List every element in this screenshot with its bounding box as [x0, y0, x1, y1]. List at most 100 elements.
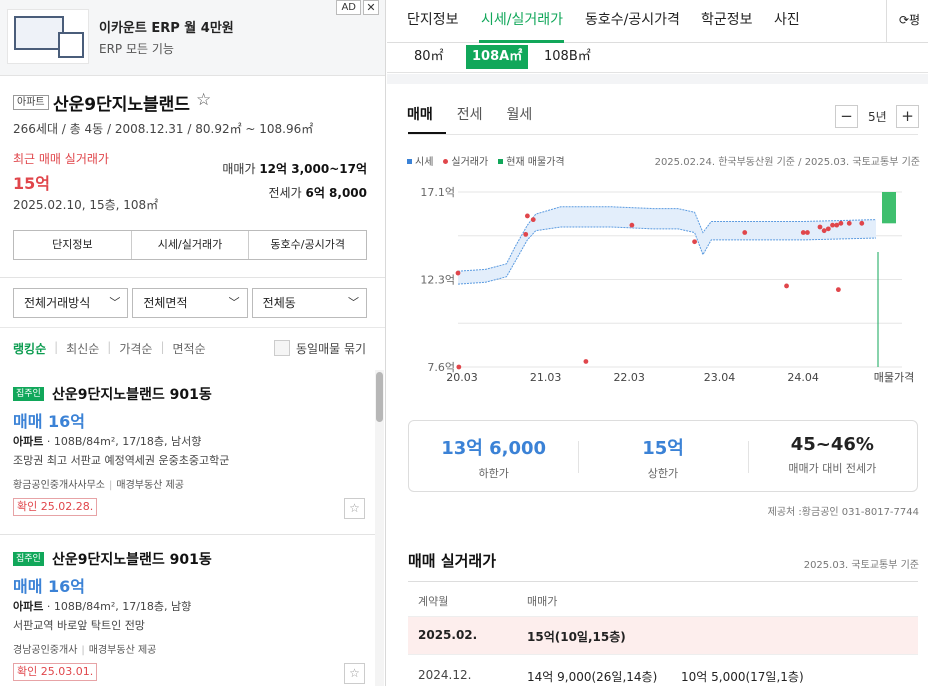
monitor-icon [14, 16, 64, 50]
legend-item: 현재 매물가격 [498, 153, 565, 168]
sort-bar: 랭킹순 | 최신순 | 가격순 | 면적순 [13, 340, 214, 357]
deal-point [805, 230, 810, 235]
tab-price-active[interactable]: 시세/실거래가 [481, 9, 563, 29]
transactions-note: 2025.03. 국토교통부 기준 [803, 560, 919, 571]
deal-point [817, 224, 823, 230]
jeonse-range-label: 전세가 [268, 186, 302, 200]
star-icon[interactable]: ☆ [344, 663, 365, 684]
scrollbar[interactable] [375, 370, 384, 686]
tab-price[interactable]: 시세/실거래가 [130, 231, 249, 259]
same-listing-label[interactable]: 동일매물 묶기 [296, 340, 366, 357]
tab-unit-price[interactable]: 동호수/공시가격 [248, 231, 366, 259]
complex-meta: 266세대 / 총 4동 / 2008.12.31 / 80.92㎡ ~ 108… [13, 122, 314, 136]
section-gap [387, 74, 928, 84]
row-price: 15억(10일,15층) [527, 630, 626, 644]
stat-value: 45~46% [790, 434, 874, 455]
right-panel: 단지정보 시세/실거래가 동호수/공시가격 학군정보 사진 ⟳평 80㎡ 108… [387, 0, 928, 686]
agent-provider: 매경부동산 제공 [116, 480, 184, 491]
deal-point [530, 217, 536, 223]
listing-agent: 황금공인중개사사무소 | 매경부동산 제공 [13, 476, 184, 491]
ad-badge[interactable]: AD [336, 0, 361, 15]
size-option-active[interactable]: 108A㎡ [466, 45, 529, 69]
listing-title[interactable]: 산운9단지노블랜드 901동 [52, 549, 212, 569]
stat-value: 13억 6,000 [441, 438, 547, 459]
stat-lower: 13억 6,000 하한가 [409, 421, 578, 491]
ad-title[interactable]: 이카운트 ERP 월 4만원 [99, 17, 234, 36]
listing-spec-detail: · 108B/84m², 17/18층, 남서향 [43, 435, 202, 448]
jeonse-range: 전세가 6억 8,000 [269, 184, 367, 201]
deal-point [523, 231, 529, 237]
deal-point [692, 239, 697, 245]
tab-school[interactable]: 학군정보 [701, 9, 753, 29]
y-tick-label: 17.1억 [420, 186, 455, 199]
filter-area[interactable]: 전체면적 ﹀ [132, 288, 248, 318]
size-option[interactable]: 80㎡ [408, 45, 450, 69]
stat-label: 하한가 [478, 467, 509, 480]
sort-price[interactable]: 가격순 [119, 340, 160, 357]
deal-point [846, 220, 852, 226]
same-listing-checkbox[interactable] [274, 340, 290, 356]
tab-complex-info[interactable]: 단지정보 [407, 9, 459, 29]
period-plus-button[interactable]: + [896, 105, 919, 128]
close-icon[interactable]: ✕ [363, 0, 379, 15]
area-unit-toggle[interactable]: ⟳평 [886, 0, 928, 42]
col-price: 매매가 [527, 595, 558, 608]
ad-subtitle: ERP 모든 기능 [99, 42, 174, 56]
deal-point [821, 228, 827, 234]
app-root: 이카운트 ERP 월 4만원 ERP 모든 기능 AD ✕ 아파트 산운9단지노… [0, 0, 928, 686]
filter-building[interactable]: 전체동 ﹀ [251, 288, 367, 318]
ad-thumbnail[interactable] [7, 9, 89, 64]
legend-label: 현재 매물가격 [506, 157, 565, 168]
legend-label: 실거래가 [451, 157, 489, 168]
left-panel: 이카운트 ERP 월 4만원 ERP 모든 기능 AD ✕ 아파트 산운9단지노… [0, 0, 386, 686]
tab-jeonse[interactable]: 전세 [457, 104, 483, 124]
scrollbar-thumb[interactable] [376, 372, 383, 422]
deal-point [835, 287, 841, 293]
x-tick-label: 매물가격 [874, 371, 914, 384]
divider [0, 277, 385, 278]
table-row[interactable]: 2024.12. 14억 9,000(26일,14층) 10억 5,000(17… [408, 657, 918, 686]
tab-monthly[interactable]: 월세 [507, 104, 533, 124]
x-tick-label: 22.03 [613, 371, 645, 384]
stat-label: 매매가 대비 전세가 [788, 462, 877, 475]
tab-complex-info[interactable]: 단지정보 [14, 231, 131, 259]
tab-sale[interactable]: 매매 [407, 104, 433, 124]
sort-ranking[interactable]: 랭킹순 [13, 340, 54, 357]
divider [0, 327, 385, 328]
listing-list: 집주인 산운9단지노블랜드 901동 매매 16억 아파트 · 108B/84m… [0, 370, 375, 686]
filter-trade-type[interactable]: 전체거래방식 ﹀ [13, 288, 129, 318]
agent-name: 황금공인중개사사무소 [13, 480, 105, 491]
price-chart-svg[interactable]: 17.1억12.3억7.6억20.03 21.03 22.03 23.04 24.04 매… [407, 175, 927, 395]
star-icon[interactable]: ☆ [344, 498, 365, 519]
listing-spec: 아파트 · 108B/84m², 17/18층, 남서향 [13, 433, 201, 449]
listing-title[interactable]: 산운9단지노블랜드 901동 [52, 384, 212, 404]
price-stats: 13억 6,000 하한가 15억 상한가 45~46% 매매가 대비 전세가 [408, 420, 918, 492]
ad-banner[interactable]: 이카운트 ERP 월 4만원 ERP 모든 기능 AD ✕ [0, 0, 385, 76]
star-icon[interactable]: ☆ [196, 90, 211, 110]
tab-photos[interactable]: 사진 [774, 9, 800, 29]
listing-spec-detail: · 108B/84m², 17/18층, 남향 [43, 600, 192, 613]
period-minus-button[interactable]: − [835, 105, 858, 128]
list-item[interactable]: 집주인 산운9단지노블랜드 901동 매매 16억 아파트 · 108B/84m… [0, 535, 375, 686]
size-option[interactable]: 108B㎡ [538, 45, 597, 69]
listing-spec-type: 아파트 [13, 600, 44, 613]
recent-deal-price: 15억 [13, 174, 50, 193]
confirm-badge: 확인 25.02.28. [13, 498, 98, 516]
type-badge: 아파트 [13, 95, 49, 110]
deal-point [834, 222, 840, 228]
deal-point [859, 220, 865, 226]
table-row[interactable]: 2025.02. 15억(10일,15층) [408, 617, 918, 655]
sort-latest[interactable]: 최신순 [66, 340, 107, 357]
sort-area[interactable]: 면적순 [173, 340, 214, 357]
stat-ratio: 45~46% 매매가 대비 전세가 [747, 421, 917, 491]
listing-spec: 아파트 · 108B/84m², 17/18층, 남향 [13, 598, 191, 614]
legend-item: 실거래가 [443, 153, 488, 168]
price-chart[interactable]: 17.1억 12.3억 7.6억 20.03 21.03 22.03 23.04 24.04 매… [407, 175, 927, 395]
listing-price: 매매 16억 [13, 412, 85, 431]
complex-name: 산운9단지노블랜드 [53, 95, 190, 115]
deal-point [629, 222, 635, 228]
col-contract-month: 계약월 [418, 595, 449, 608]
tab-unit-price[interactable]: 동호수/공시가격 [585, 9, 680, 29]
list-item[interactable]: 집주인 산운9단지노블랜드 901동 매매 16억 아파트 · 108B/84m… [0, 370, 375, 535]
sale-range-value: 12억 3,000~17억 [259, 162, 367, 176]
